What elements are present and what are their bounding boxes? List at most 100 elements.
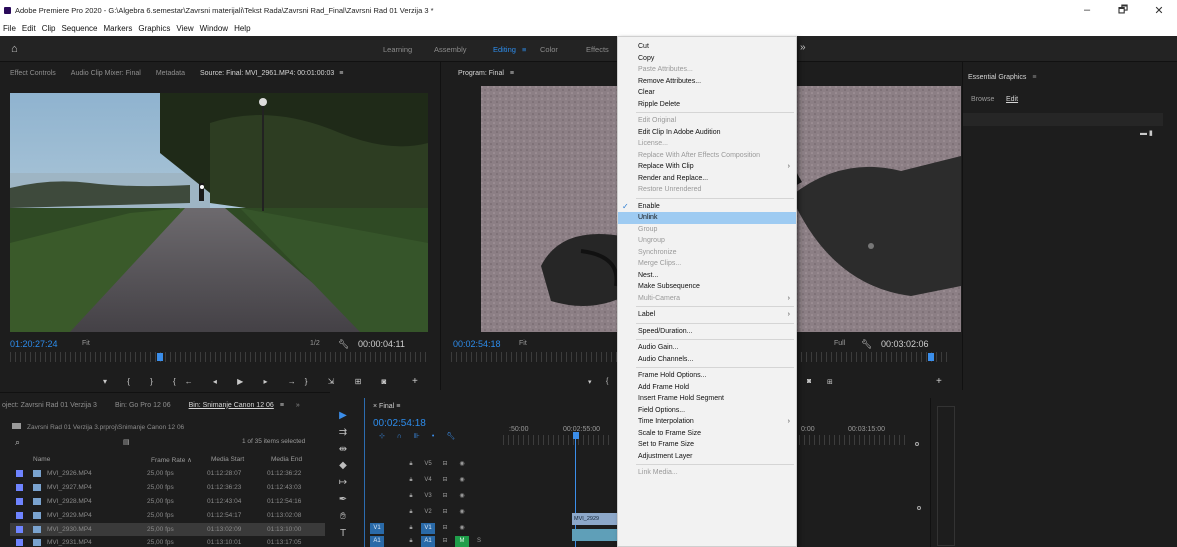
source-resolution-dropdown[interactable]: 1/2 <box>310 340 320 347</box>
program-fit-dropdown[interactable]: Fit <box>519 340 527 347</box>
eye-icon[interactable]: ◉ <box>455 523 469 534</box>
program-marker-icon[interactable]: ▾ <box>588 378 592 386</box>
selection-tool-icon[interactable]: ▶ <box>337 410 349 422</box>
column-name[interactable]: Name <box>33 456 151 463</box>
tab-browse[interactable]: Browse <box>971 96 994 103</box>
search-icon[interactable]: ⌕ <box>15 437 20 448</box>
table-row[interactable]: MVI_2927.MP4 25,00 fps 01:12:36:23 01:12:43… <box>10 481 325 494</box>
eye-icon[interactable]: ◉ <box>455 475 469 486</box>
lock-icon[interactable]: 🔒︎ <box>404 507 418 518</box>
timeline-playhead-handle[interactable] <box>573 432 579 439</box>
menu-window[interactable]: Window <box>200 24 228 33</box>
timeline-zoom-handle-2[interactable] <box>917 506 921 510</box>
wrench-icon[interactable]: 🔧︎ <box>338 339 349 350</box>
column-media-end[interactable]: Media End <box>271 456 321 463</box>
menu-item-scale-to-frame-size[interactable]: Scale to Frame Size <box>618 428 796 440</box>
table-row[interactable]: MVI_2928.MP4 25,00 fps 01:12:43:04 01:12:54… <box>10 495 325 508</box>
source-fit-dropdown[interactable]: Fit <box>82 340 90 347</box>
label-color-swatch[interactable] <box>16 498 23 505</box>
type-tool-icon[interactable]: T <box>337 528 349 540</box>
sync-icon[interactable]: ⊟ <box>438 536 452 547</box>
program-wrench-icon[interactable]: 🔧︎ <box>861 339 872 350</box>
workspace-learning[interactable]: Learning <box>383 45 412 54</box>
workspace-menu-icon[interactable]: ≡ <box>522 45 526 54</box>
menu-item-adjustment-layer[interactable]: Adjustment Layer <box>618 451 796 463</box>
menu-markers[interactable]: Markers <box>104 24 133 33</box>
video-clip[interactable]: MVI_2929 <box>572 513 617 525</box>
menu-item-audio-gain[interactable]: Audio Gain... <box>618 342 796 354</box>
sync-icon[interactable]: ⊟ <box>438 507 452 518</box>
workspace-editing[interactable]: Editing <box>493 45 516 54</box>
tab-bin-canon[interactable]: Bin: Snimanje Canon 12 06 <box>189 402 274 409</box>
restore-button[interactable]: 🗗 <box>1105 0 1141 20</box>
sync-icon[interactable]: ⊟ <box>438 523 452 534</box>
label-color-swatch[interactable] <box>16 512 23 519</box>
menu-item-edit-clip-in-adobe-audition[interactable]: Edit Clip In Adobe Audition <box>618 127 796 139</box>
menu-item-add-frame-hold[interactable]: Add Frame Hold <box>618 382 796 394</box>
tab-edit[interactable]: Edit <box>1006 96 1018 103</box>
menu-item-copy[interactable]: Copy <box>618 53 796 65</box>
source-playhead[interactable] <box>157 353 163 361</box>
menu-item-unlink[interactable]: Unlink <box>618 212 796 224</box>
source-timecode[interactable]: 01:20:27:24 <box>10 339 58 349</box>
menu-sequence[interactable]: Sequence <box>61 24 97 33</box>
source-time-ruler[interactable] <box>10 352 428 362</box>
close-button[interactable]: ✕ <box>1141 0 1177 20</box>
essential-graphics-title[interactable]: Essential Graphics <box>968 74 1026 81</box>
sync-icon[interactable]: ⊟ <box>438 491 452 502</box>
lock-icon[interactable]: 🔒︎ <box>404 523 418 534</box>
timeline-timecode[interactable]: 00:02:54:18 <box>373 418 426 429</box>
timeline-ruler-right[interactable] <box>799 435 909 445</box>
menu-item-set-to-frame-size[interactable]: Set to Frame Size <box>618 439 796 451</box>
label-color-swatch[interactable] <box>16 470 23 477</box>
menu-item-clear[interactable]: Clear <box>618 87 796 99</box>
solo-button[interactable]: S <box>472 536 486 547</box>
menu-item-cut[interactable]: Cut <box>618 41 796 53</box>
source-menu-icon[interactable]: ≡ <box>339 70 343 77</box>
home-icon[interactable]: ⌂ <box>11 43 23 55</box>
program-quality-dropdown[interactable]: Full <box>834 340 845 347</box>
project-menu-icon[interactable]: ≡ <box>280 402 284 409</box>
tab-audio-clip-mixer[interactable]: Audio Clip Mixer: Final <box>71 70 141 77</box>
workspace-assembly[interactable]: Assembly <box>434 45 467 54</box>
program-camera-icon[interactable]: ◙ <box>807 378 811 385</box>
essential-graphics-menu-icon[interactable]: ≡ <box>1032 74 1036 81</box>
source-add-button[interactable]: + <box>412 376 418 387</box>
tab-bin-gopro[interactable]: Bin: Go Pro 12 06 <box>115 402 171 409</box>
menu-item-insert-frame-hold-segment[interactable]: Insert Frame Hold Segment <box>618 393 796 405</box>
tab-metadata[interactable]: Metadata <box>156 70 185 77</box>
minimize-button[interactable]: – <box>1069 0 1105 20</box>
menu-item-nest[interactable]: Nest... <box>618 270 796 282</box>
menu-item-replace-with-clip[interactable]: Replace With Clip › <box>618 161 796 173</box>
menu-item-label[interactable]: Label › <box>618 309 796 321</box>
menu-item-time-interpolation[interactable]: Time Interpolation › <box>618 416 796 428</box>
new-bin-icon[interactable]: ▤ <box>123 438 130 446</box>
source-video-frame[interactable] <box>10 93 428 332</box>
timeline-zoom-handle[interactable] <box>915 442 919 446</box>
table-row[interactable]: MVI_2931.MP4 25,00 fps 01:13:10:01 01:13:17… <box>10 537 325 547</box>
hand-tool-icon[interactable]: ✋︎ <box>337 511 349 523</box>
menu-item-make-subsequence[interactable]: Make Subsequence <box>618 281 796 293</box>
new-layer-icon[interactable]: ▬ ▮ <box>1140 129 1153 137</box>
label-color-swatch[interactable] <box>16 484 23 491</box>
audio-clip[interactable] <box>572 529 617 541</box>
menu-item-remove-attributes[interactable]: Remove Attributes... <box>618 76 796 88</box>
menu-item-speed-duration[interactable]: Speed/Duration... <box>618 326 796 338</box>
timeline-tools-icons[interactable]: ⊹ ∩ ⊪ • 🔧︎ <box>379 432 460 440</box>
workspace-effects[interactable]: Effects <box>586 45 609 54</box>
menu-help[interactable]: Help <box>234 24 250 33</box>
lock-icon[interactable]: 🔒︎ <box>404 475 418 486</box>
program-compare-icon[interactable]: ⊞ <box>827 378 833 386</box>
column-media-start[interactable]: Media Start <box>211 456 271 463</box>
tab-program[interactable]: Program: Final <box>458 70 504 77</box>
razor-tool-icon[interactable]: ◆ <box>337 460 349 472</box>
menu-item-enable[interactable]: Enable ✓ <box>618 201 796 213</box>
menu-item-audio-channels[interactable]: Audio Channels... <box>618 354 796 366</box>
tab-project[interactable]: oject: Zavrsni Rad 01 Verzija 3 <box>2 402 97 409</box>
tab-source[interactable]: Source: Final: MVI_2961.MP4: 00:01:00:03 <box>200 70 334 77</box>
label-color-swatch[interactable] <box>16 526 23 533</box>
program-mark-in-icon[interactable]: { <box>606 378 608 385</box>
menu-clip[interactable]: Clip <box>42 24 56 33</box>
program-timecode[interactable]: 00:02:54:18 <box>453 339 501 349</box>
lock-icon[interactable]: 🔒︎ <box>404 459 418 470</box>
